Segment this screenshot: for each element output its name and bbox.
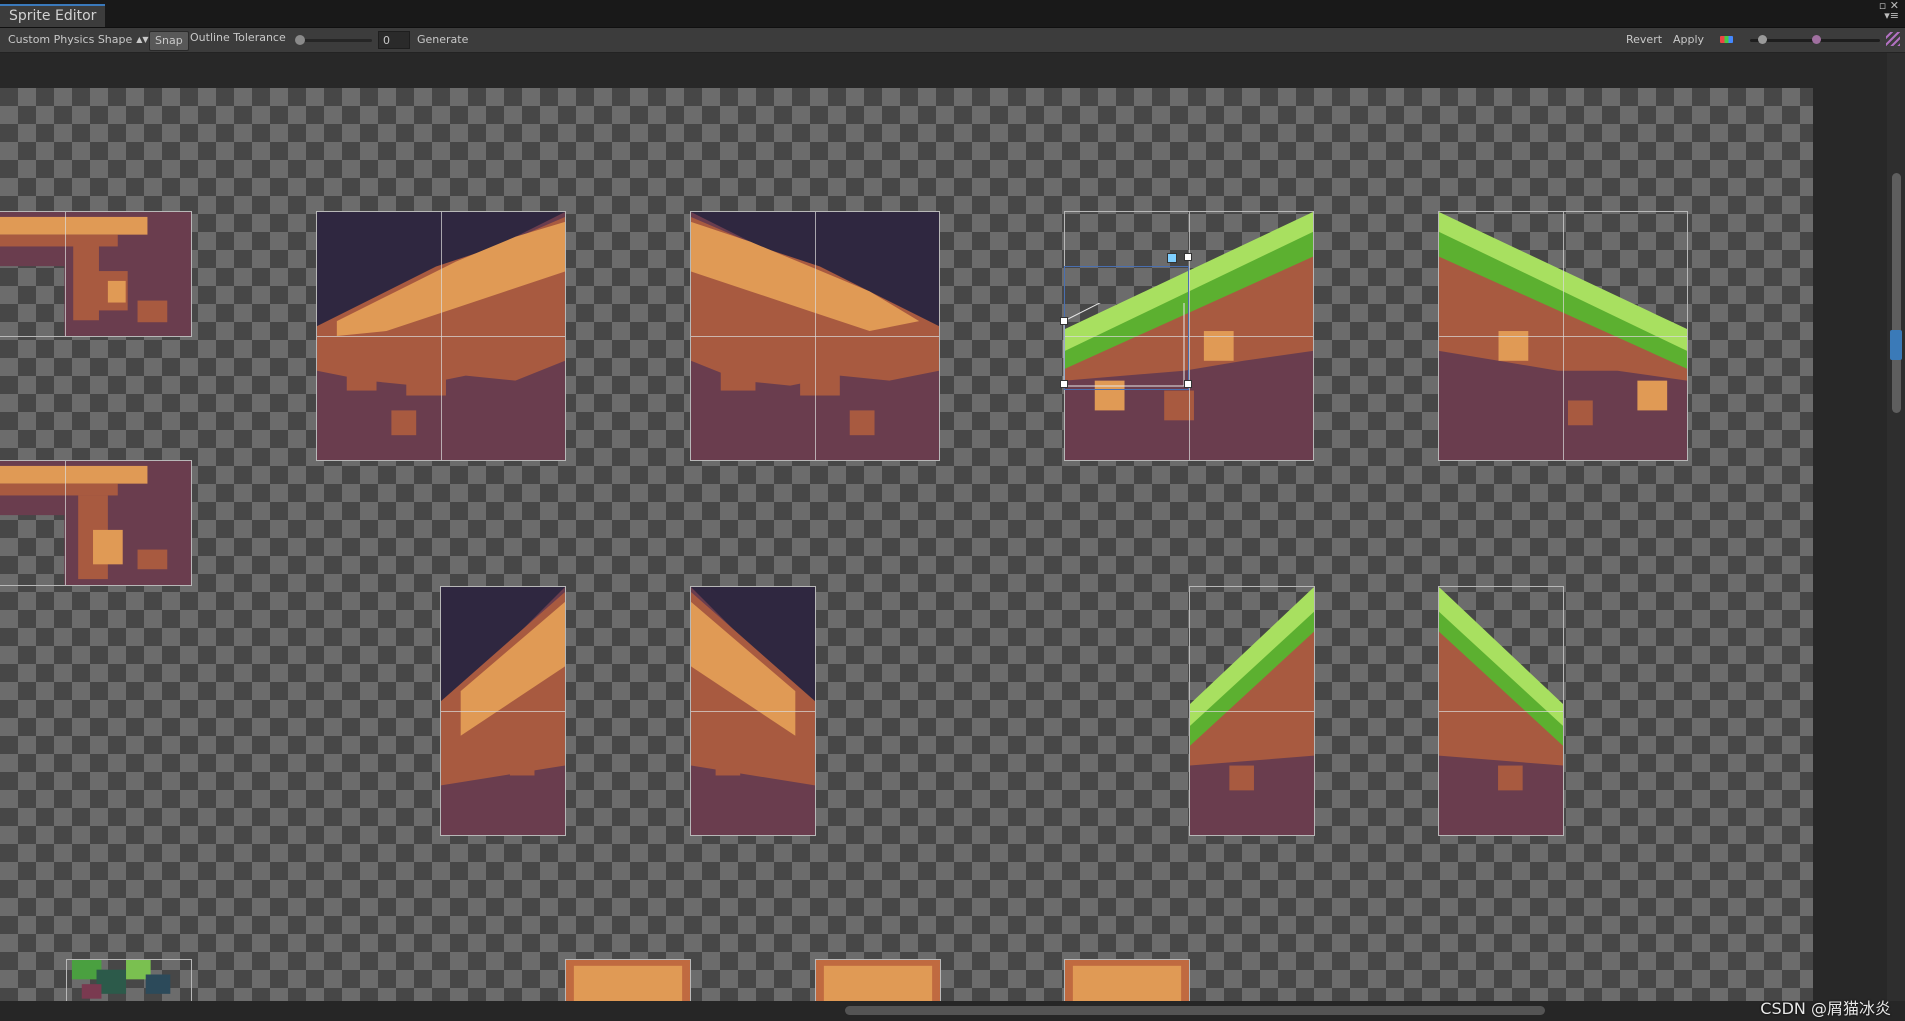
sprite-gridline [317,336,565,337]
physics-vertex-handle-selected[interactable] [1167,253,1177,263]
apply-button[interactable]: Apply [1673,28,1704,52]
tab-menu-icon[interactable]: ▾≡ [1879,10,1899,21]
sprite-foliage[interactable] [66,959,192,1001]
sprite-dirt-corner-top-left[interactable] [0,211,192,337]
sprite-slope-up-2x2[interactable] [316,211,566,461]
watermark: CSDN @屑猫冰炎 [1760,999,1891,1018]
physics-vertex-handle[interactable] [1184,253,1192,261]
sprite-gridline [65,212,66,336]
sprite-platform-2[interactable] [815,959,941,1001]
sprite-grass-slope-down-2x2[interactable] [1438,211,1688,461]
horizontal-scrollbar[interactable] [0,1001,1905,1021]
vertical-scrollbar[interactable] [1887,53,1905,1001]
resize-grip-icon[interactable] [1886,32,1900,46]
sprite-slope-up-1x2[interactable] [440,586,566,836]
editor-mode-label: Custom Physics Shape [8,33,133,46]
window-controls[interactable]: ▫ ✕ ▾≡ [1879,0,1899,21]
physics-vertex-handle[interactable] [1060,380,1068,388]
sprite-slope-down-2x2[interactable] [690,211,940,461]
editor-mode-dropdown[interactable]: Custom Physics Shape ▲▼ [8,28,149,52]
outline-tolerance-field[interactable]: 0 [378,31,410,49]
physics-vertex-handle[interactable] [1060,317,1068,325]
generate-button[interactable]: Generate [417,28,468,52]
sprite-dirt-corner-bottom-left[interactable] [0,460,192,586]
physics-vertex-handle[interactable] [1184,380,1192,388]
outline-tolerance-label: Outline Tolerance [190,31,286,44]
revert-button[interactable]: Revert [1626,28,1662,52]
vertical-scrollbar-thumb[interactable] [1892,173,1901,413]
sprite-gridline [1439,711,1563,712]
outline-tolerance-slider-thumb[interactable] [295,35,305,45]
horizontal-scrollbar-thumb[interactable] [845,1006,1545,1015]
sprite-gridline [441,711,565,712]
sprite-gridline [691,711,815,712]
zoom-slider-thumb[interactable] [1758,35,1767,44]
sprite-gridline [65,461,66,585]
sprite-grass-slope-down-1x2[interactable] [1438,586,1564,836]
physics-shape-outline[interactable] [1060,303,1195,398]
window-tab-bar: Sprite Editor ▫ ✕ ▾≡ [0,0,1905,28]
sprite-gridline [1190,711,1314,712]
sprite-editor-toolbar: Custom Physics Shape ▲▼ Snap Outline Tole… [0,28,1905,53]
mip-level-thumb-icon[interactable] [1812,35,1821,44]
rgb-channel-icon[interactable] [1720,36,1733,43]
sprite-gridline [691,336,939,337]
sprite-grass-slope-up-1x2[interactable] [1189,586,1315,836]
tab-sprite-editor[interactable]: Sprite Editor [0,4,106,27]
sprite-platform-3[interactable] [1064,959,1190,1001]
sprite-gridline [1439,336,1687,337]
sprite-slope-down-1x2[interactable] [690,586,816,836]
snap-toggle[interactable]: Snap [149,31,189,51]
sprite-platform-1[interactable] [565,959,691,1001]
scroll-position-marker [1890,330,1902,360]
outline-tolerance-slider[interactable] [296,39,372,42]
dropdown-arrows-icon: ▲▼ [136,35,149,44]
sprite-canvas[interactable] [0,53,1905,1001]
